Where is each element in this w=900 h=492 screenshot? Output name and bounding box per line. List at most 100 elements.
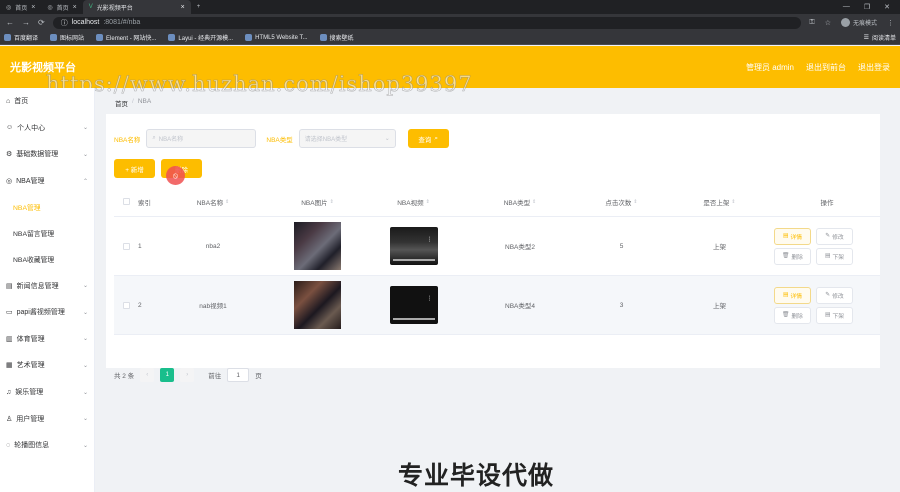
close-icon[interactable]: × xyxy=(31,4,35,11)
sidebar-subitem-nba-comments[interactable]: NBA留言管理 xyxy=(0,220,94,246)
sidebar-subitem-nba-favorites[interactable]: NBA收藏管理 xyxy=(0,246,94,272)
type-filter-label: NBA类型 xyxy=(266,136,293,144)
close-window-icon[interactable]: ✕ xyxy=(884,3,890,11)
col-video[interactable]: NBA视频 ⇕ xyxy=(365,187,462,216)
page-icon: ◎ xyxy=(6,4,12,11)
edit-button[interactable]: ✎ 修改 xyxy=(816,227,853,245)
breadcrumb-home[interactable]: 首页 xyxy=(115,98,128,108)
add-button[interactable]: + 新增 xyxy=(114,159,155,178)
goto-page-input[interactable]: 1 xyxy=(227,368,250,382)
main-content: 首页 / NBA NBA名称 ⌕ NBA名称 NBA类型 请选择NBA类型 ⌄ 查询… xyxy=(106,88,900,492)
video-menu-icon[interactable]: ⋮ xyxy=(427,236,433,243)
breadcrumb-separator: / xyxy=(132,98,134,105)
browser-tab-1[interactable]: ◎ 首页 × xyxy=(0,0,41,14)
sort-icon[interactable]: ⇕ xyxy=(426,199,430,205)
bookmark-item[interactable]: 搜索壁纸 xyxy=(319,33,354,42)
select-all-checkbox[interactable] xyxy=(122,198,130,205)
page-suffix: 页 xyxy=(255,373,262,380)
back-icon[interactable]: ← xyxy=(6,18,14,27)
sidebar-item-nba[interactable]: ◎ NBA管理 ⌃ xyxy=(0,168,94,195)
menu-dots-icon[interactable]: ⋮ xyxy=(887,19,894,27)
video-icon: ▭ xyxy=(6,309,13,317)
detail-button[interactable]: ▤ 详情 xyxy=(774,286,811,304)
url-input[interactable]: ⓘ localhost:8081/#/nba xyxy=(52,16,802,29)
sidebar-item-art[interactable]: ▦ 艺术管理 ⌄ xyxy=(0,352,94,379)
sidebar-subitem-nba[interactable]: NBA管理 xyxy=(0,194,94,220)
col-image[interactable]: NBA图片 ⇕ xyxy=(270,187,365,216)
bookmark-icon xyxy=(96,34,104,41)
page-number-current[interactable]: 1 xyxy=(160,368,175,382)
close-icon[interactable]: × xyxy=(181,4,185,11)
sidebar-item-home[interactable]: ⌂ 首页 xyxy=(0,88,94,115)
bookmark-item[interactable]: HTML5 Website T... xyxy=(245,34,308,41)
bookmark-item[interactable]: Layui - 经典开源模... xyxy=(168,33,233,42)
nba-video-player[interactable]: ⋮ xyxy=(389,227,438,265)
app-header: 光影视频平台 管理员 admin 退出到前台 退出登录 xyxy=(0,46,900,88)
video-progress-bar[interactable] xyxy=(392,318,435,320)
browser-tab-active[interactable]: V 光影视频平台 × xyxy=(82,0,191,14)
new-tab-button[interactable]: + xyxy=(191,0,207,14)
nba-image[interactable] xyxy=(294,281,341,329)
browser-tab-2[interactable]: ◎ 首页 × xyxy=(41,0,82,14)
bookmark-item[interactable]: 图标网站 xyxy=(50,33,84,42)
cell-clicks: 3 xyxy=(619,301,624,309)
cell-index: 2 xyxy=(138,301,142,309)
sidebar-item-sports[interactable]: ▥ 体育管理 ⌄ xyxy=(0,326,94,353)
col-type[interactable]: NBA类型 ⇕ xyxy=(462,187,578,216)
overlay-caption: 专业毕设代做 xyxy=(398,462,555,490)
sort-icon[interactable]: ⇕ xyxy=(731,199,735,205)
bookmarks-bar: 百度翻译 图标网站 Element - 网站快... Layui - 经典开源模… xyxy=(0,31,900,45)
unpublish-button[interactable]: ▤ 下架 xyxy=(816,247,853,265)
row-checkbox[interactable] xyxy=(122,242,130,250)
chevron-down-icon: ⌄ xyxy=(82,362,88,369)
sidebar-item-users[interactable]: ♙ 用户管理 ⌄ xyxy=(0,405,94,432)
bookmark-item[interactable]: Element - 网站快... xyxy=(96,33,156,42)
key-icon[interactable]: ⚿ xyxy=(809,19,814,27)
sort-icon[interactable]: ⇕ xyxy=(633,199,637,205)
col-status[interactable]: 是否上架 ⇕ xyxy=(665,187,774,216)
star-icon[interactable]: ☆ xyxy=(825,19,831,27)
sort-icon[interactable]: ⇕ xyxy=(532,199,536,205)
prev-page-button[interactable]: ‹ xyxy=(140,368,155,382)
sidebar: ⌂ 首页 ☺ 个人中心 ⌄ ⚙ 基础数据管理 ⌄ ◎ NBA管理 ⌃ NBA管理 NBA留言管… xyxy=(0,88,95,492)
bookmark-item[interactable]: 百度翻译 xyxy=(4,33,38,42)
reading-list[interactable]: ☰ 阅读清单 xyxy=(864,33,896,42)
type-select[interactable]: 请选择NBA类型 ⌄ xyxy=(298,129,396,148)
sidebar-item-news[interactable]: ▤ 新闻信息管理 ⌄ xyxy=(0,272,94,299)
edit-button[interactable]: ✎ 修改 xyxy=(816,286,853,304)
row-delete-button[interactable]: 🗑 删除 xyxy=(774,306,811,324)
name-search-input[interactable]: ⌕ NBA名称 xyxy=(146,129,257,148)
sort-icon[interactable]: ⇕ xyxy=(225,199,229,205)
minimize-icon[interactable]: — xyxy=(843,3,850,11)
sidebar-item-entertainment[interactable]: ♫ 娱乐管理 ⌄ xyxy=(0,379,94,406)
logout-link[interactable]: 退出登录 xyxy=(858,62,890,73)
video-progress-bar[interactable] xyxy=(392,259,435,261)
front-page-link[interactable]: 退出到前台 xyxy=(806,62,846,73)
next-page-button[interactable]: › xyxy=(180,368,195,382)
sidebar-item-papi[interactable]: ▭ papi酱视频管理 ⌄ xyxy=(0,299,94,326)
profile-button[interactable]: 无痕模式 xyxy=(840,18,877,27)
unpublish-button[interactable]: ▤ 下架 xyxy=(816,306,853,324)
sidebar-item-profile[interactable]: ☺ 个人中心 ⌄ xyxy=(0,115,94,142)
forward-icon[interactable]: → xyxy=(22,18,30,27)
nba-video-player[interactable]: ⋮ xyxy=(389,286,438,324)
close-icon[interactable]: × xyxy=(73,4,77,11)
sidebar-item-carousel[interactable]: ◌ 轮播图信息 ⌄ xyxy=(0,432,94,459)
users-icon: ♙ xyxy=(6,415,13,423)
content-panel: NBA名称 ⌕NBA名称 NBA类型 请选择NBA类型⌄ 查询⌕ + 新增 删除… xyxy=(106,114,880,382)
reload-icon[interactable]: ⟳ xyxy=(38,18,45,27)
col-clicks[interactable]: 点击次数 ⇕ xyxy=(578,187,665,216)
detail-button[interactable]: ▤ 详情 xyxy=(774,227,811,245)
search-button[interactable]: 查询 ⌕ xyxy=(407,129,449,148)
restore-icon[interactable]: ❐ xyxy=(864,3,870,11)
page-icon: ◎ xyxy=(47,4,53,11)
col-actions: 操作 xyxy=(820,199,834,207)
total-count: 共 2 条 xyxy=(114,373,135,380)
col-name[interactable]: NBA名称 ⇕ xyxy=(156,187,270,216)
nba-image[interactable] xyxy=(294,222,341,270)
sort-icon[interactable]: ⇕ xyxy=(330,199,334,205)
sidebar-item-basic-data[interactable]: ⚙ 基础数据管理 ⌄ xyxy=(0,141,94,168)
row-delete-button[interactable]: 🗑 删除 xyxy=(774,247,811,265)
row-checkbox[interactable] xyxy=(122,301,130,309)
video-menu-icon[interactable]: ⋮ xyxy=(427,295,433,302)
